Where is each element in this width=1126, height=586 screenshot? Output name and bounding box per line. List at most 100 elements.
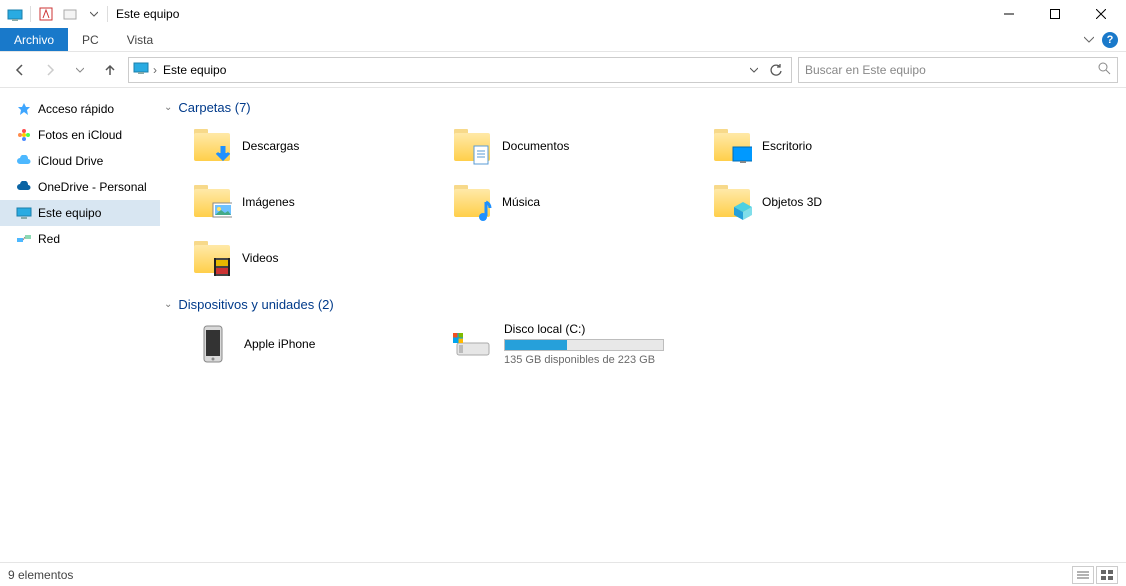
picture-icon [212,201,232,221]
chevron-down-icon: ⌄ [164,102,172,113]
music-icon [472,201,492,221]
close-button[interactable] [1078,0,1124,28]
group-header-folders[interactable]: ⌄ Carpetas (7) [164,100,1114,115]
thumbnails-view-button[interactable] [1096,566,1118,584]
recent-locations-button[interactable] [68,58,92,82]
network-icon [16,231,32,247]
device-item[interactable]: Apple iPhone [192,320,442,368]
search-placeholder: Buscar en Este equipo [805,63,1097,77]
refresh-button[interactable] [765,59,787,81]
flower-icon [16,127,32,143]
sidebar-item-label: iCloud Drive [38,154,103,168]
separator [30,6,31,22]
computer-icon [133,60,149,79]
drive-icon [452,324,494,364]
body: Acceso rápido Fotos en iCloud iCloud Dri… [0,88,1126,562]
sidebar-item-onedrive[interactable]: OneDrive - Personal [0,174,160,200]
folder-item[interactable]: Videos [192,235,442,281]
computer-icon [16,205,32,221]
search-box[interactable]: Buscar en Este equipo [798,57,1118,83]
status-bar: 9 elementos [0,562,1126,586]
ribbon-expand-icon[interactable] [1084,33,1094,47]
sidebar-item-label: OneDrive - Personal [38,180,147,194]
cloud-icon [16,153,32,169]
folder-item[interactable]: Objetos 3D [712,179,962,225]
group-title: Carpetas (7) [178,100,250,115]
device-label: Apple iPhone [244,337,315,351]
drive-label: Disco local (C:) [504,322,664,336]
status-text: 9 elementos [8,568,73,582]
navigation-pane: Acceso rápido Fotos en iCloud iCloud Dri… [0,88,160,562]
folder-icon [452,127,494,165]
forward-button[interactable] [38,58,62,82]
sidebar-item-icloud-photos[interactable]: Fotos en iCloud [0,122,160,148]
folder-item[interactable]: Documentos [452,123,702,169]
window-controls [986,0,1124,28]
sidebar-item-icloud-drive[interactable]: iCloud Drive [0,148,160,174]
minimize-button[interactable] [986,0,1032,28]
breadcrumb-chevron[interactable]: › [153,63,157,77]
address-bar[interactable]: › Este equipo [128,57,792,83]
cube-icon [732,201,752,221]
title-bar: Este equipo [0,0,1126,28]
folder-item[interactable]: Descargas [192,123,442,169]
sidebar-item-this-pc[interactable]: Este equipo [0,200,160,226]
folder-label: Objetos 3D [762,195,822,209]
app-icon [4,3,26,25]
sidebar-item-quick-access[interactable]: Acceso rápido [0,96,160,122]
tab-view[interactable]: Vista [113,28,167,51]
help-icon[interactable]: ? [1102,32,1118,48]
search-icon[interactable] [1097,61,1111,78]
properties-icon[interactable] [35,3,57,25]
folder-label: Videos [242,251,278,265]
up-button[interactable] [98,58,122,82]
folder-label: Descargas [242,139,299,153]
sidebar-item-network[interactable]: Red [0,226,160,252]
video-icon [212,257,232,277]
window-title: Este equipo [116,7,179,21]
details-view-button[interactable] [1072,566,1094,584]
folder-icon [712,183,754,221]
quick-access-toolbar [4,3,105,25]
drive-free-text: 135 GB disponibles de 223 GB [504,354,664,366]
new-folder-icon[interactable] [59,3,81,25]
folder-label: Imágenes [242,195,295,209]
folder-item[interactable]: Imágenes [192,179,442,225]
group-header-devices[interactable]: ⌄ Dispositivos y unidades (2) [164,297,1114,312]
star-icon [16,101,32,117]
sidebar-item-label: Red [38,232,60,246]
ribbon-tabs: Archivo PC Vista ? [0,28,1126,52]
address-history-button[interactable] [743,59,765,81]
phone-icon [192,324,234,364]
folder-item[interactable]: Música [452,179,702,225]
folder-icon [192,239,234,277]
group-title: Dispositivos y unidades (2) [178,297,333,312]
qat-dropdown-icon[interactable] [83,3,105,25]
folder-icon [712,127,754,165]
folder-icon [452,183,494,221]
sidebar-item-label: Este equipo [38,206,101,220]
folder-label: Documentos [502,139,569,153]
document-icon [472,145,492,165]
back-button[interactable] [8,58,32,82]
tab-pc[interactable]: PC [68,28,113,51]
download-icon [212,145,232,165]
folder-item[interactable]: Escritorio [712,123,962,169]
drive-usage-bar [504,339,664,351]
drive-item[interactable]: Disco local (C:) 135 GB disponibles de 22… [452,320,702,368]
devices-group: Apple iPhone Disco local (C:) 135 GB dispo… [192,320,1114,368]
folder-icon [192,127,234,165]
chevron-down-icon: ⌄ [164,299,172,310]
sidebar-item-label: Fotos en iCloud [38,128,122,142]
desktop-icon [732,145,752,165]
maximize-button[interactable] [1032,0,1078,28]
navigation-row: › Este equipo Buscar en Este equipo [0,52,1126,88]
folder-icon [192,183,234,221]
folder-label: Escritorio [762,139,812,153]
separator [107,6,108,22]
view-mode-toggles [1072,566,1118,584]
folders-group: Descargas Documentos Escritorio Imágenes Mús… [192,123,1114,281]
tab-file[interactable]: Archivo [0,28,68,51]
breadcrumb[interactable]: Este equipo [163,63,226,77]
sidebar-item-label: Acceso rápido [38,102,114,116]
